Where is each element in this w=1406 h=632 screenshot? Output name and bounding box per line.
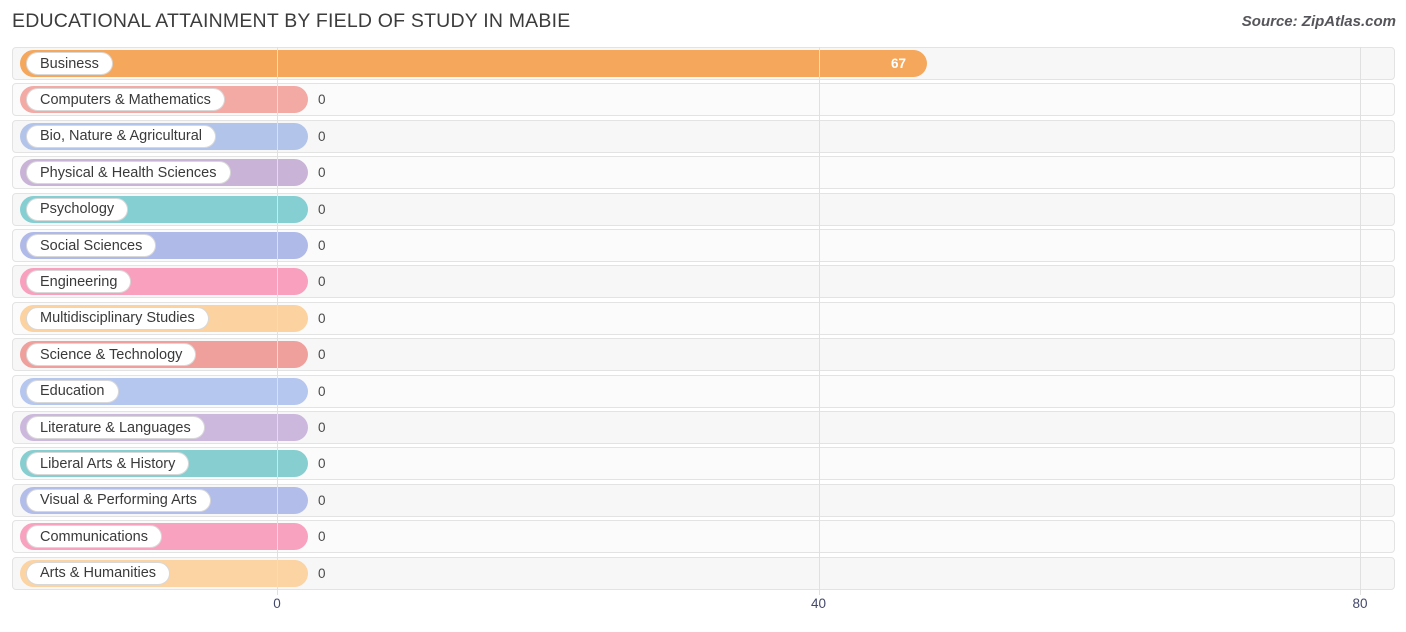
bar-value-label: 0 bbox=[318, 238, 326, 253]
bar-category-label: Social Sciences bbox=[40, 237, 143, 254]
bar-label-pill: Business bbox=[26, 52, 113, 75]
source-label: Source: ZipAtlas.com bbox=[1241, 13, 1396, 30]
bar-label-pill: Bio, Nature & Agricultural bbox=[26, 124, 216, 148]
bar-category-label: Bio, Nature & Agricultural bbox=[40, 128, 202, 145]
bar-value-label: 0 bbox=[318, 274, 326, 290]
bar-category-label: Physical & Health Sciences bbox=[40, 164, 217, 181]
bar-category-label: Communications bbox=[40, 528, 148, 545]
bar-value-label: 0 bbox=[318, 201, 326, 217]
bar-value-label: 0 bbox=[318, 128, 326, 144]
bar-value-label: 0 bbox=[318, 529, 326, 545]
bar-value-label: 0 bbox=[318, 92, 326, 108]
bar-label-pill: Physical & Health Sciences bbox=[26, 161, 231, 185]
bar[interactable] bbox=[20, 50, 927, 77]
bar-value-label: 67 bbox=[891, 56, 907, 71]
gridline bbox=[277, 47, 278, 595]
bar-value-label: 0 bbox=[318, 492, 326, 508]
gridline bbox=[818, 47, 820, 595]
bar-value-label: 0 bbox=[318, 165, 326, 181]
bar-value-label: 0 bbox=[318, 456, 326, 472]
bar-label-pill: Education bbox=[26, 379, 119, 403]
bar-label-pill: Arts & Humanities bbox=[26, 561, 171, 585]
bar-category-label: Science & Technology bbox=[40, 346, 183, 363]
bar-label-pill: Engineering bbox=[26, 270, 132, 294]
bar-category-label: Engineering bbox=[40, 273, 118, 290]
chart-page: EDUCATIONAL ATTAINMENT BY FIELD OF STUDY… bbox=[0, 0, 1406, 632]
bar-label-pill: Liberal Arts & History bbox=[26, 452, 190, 476]
gridline bbox=[1360, 47, 1361, 595]
bar-category-label: Arts & Humanities bbox=[40, 565, 157, 582]
bar-value-label: 0 bbox=[318, 310, 326, 326]
bar-label-pill: Psychology bbox=[26, 197, 129, 221]
bar-label-pill: Visual & Performing Arts bbox=[26, 488, 211, 512]
bar-rows: Business 67 Computers & Mathematics 0 Bio, N… bbox=[12, 47, 1395, 595]
x-axis-tick-label: 40 bbox=[810, 596, 827, 611]
x-axis: 0 40 80 bbox=[12, 596, 1395, 618]
bar-category-label: Liberal Arts & History bbox=[40, 455, 176, 472]
x-axis-tick-label: 0 bbox=[273, 596, 281, 611]
bar-value-label: 0 bbox=[318, 383, 326, 399]
plot-area: Business 67 Computers & Mathematics 0 Bio, N… bbox=[12, 47, 1395, 595]
bar-category-label: Business bbox=[40, 55, 99, 72]
bar-label-pill: Literature & Languages bbox=[26, 416, 205, 439]
bar-label-pill: Computers & Mathematics bbox=[26, 88, 225, 112]
bar-category-label: Visual & Performing Arts bbox=[40, 492, 197, 509]
bar-label-pill: Multidisciplinary Studies bbox=[26, 306, 209, 330]
bar-category-label: Computers & Mathematics bbox=[40, 91, 211, 108]
page-title: EDUCATIONAL ATTAINMENT BY FIELD OF STUDY… bbox=[12, 10, 571, 32]
bar-value-label: 0 bbox=[318, 347, 326, 363]
bar-value-label: 0 bbox=[318, 420, 326, 435]
bar-label-pill: Science & Technology bbox=[26, 343, 197, 367]
bar-label-pill: Communications bbox=[26, 525, 162, 549]
bar-category-label: Literature & Languages bbox=[40, 419, 191, 436]
bar-label-pill: Social Sciences bbox=[26, 234, 157, 257]
bar-value-label: 0 bbox=[318, 565, 326, 581]
x-axis-tick-label: 80 bbox=[1352, 596, 1368, 611]
bar-category-label: Education bbox=[40, 383, 105, 400]
bar-category-label: Multidisciplinary Studies bbox=[40, 310, 195, 327]
bar-category-label: Psychology bbox=[40, 201, 115, 218]
